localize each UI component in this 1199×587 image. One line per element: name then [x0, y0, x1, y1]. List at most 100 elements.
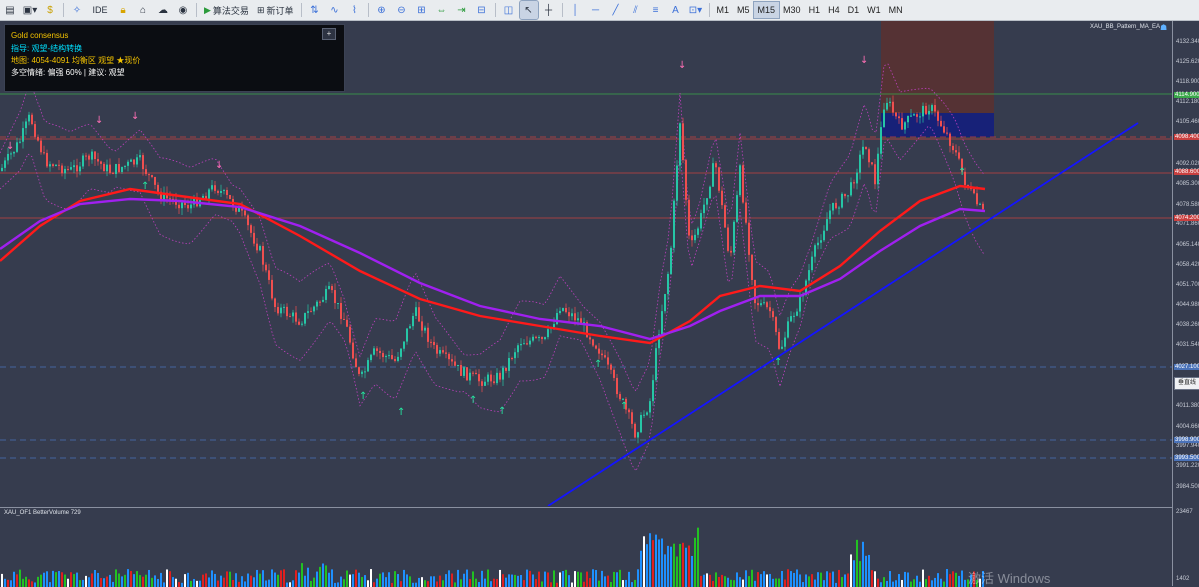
candle-body — [730, 250, 732, 253]
ea-hat-icon[interactable]: ☗ — [1160, 23, 1167, 32]
candle-body — [754, 279, 756, 304]
lock-icon[interactable]: 🔒︎ — [114, 1, 132, 19]
expand-panel-button[interactable]: + — [322, 28, 336, 40]
timeframe-m15[interactable]: M15 — [752, 1, 781, 19]
timeframe-m1[interactable]: M1 — [713, 2, 734, 18]
screenshot-icon[interactable]: ◫ — [500, 1, 518, 19]
price-axis[interactable]: 4132.340 4125.620 4118.900 4112.180 4105.460… — [1172, 21, 1199, 586]
candle-body — [424, 327, 426, 331]
cloud-icon[interactable]: ☁ — [154, 1, 172, 19]
volume-bar — [583, 581, 585, 587]
candle-body — [103, 163, 105, 172]
oneclick-icon[interactable]: ⌇ — [346, 1, 364, 19]
volume-bar — [295, 570, 297, 587]
candle-body — [97, 159, 99, 162]
candle-body — [295, 312, 297, 322]
volume-bar — [478, 582, 480, 587]
candle-body — [226, 190, 228, 196]
cursor-icon[interactable]: ↖ — [518, 0, 539, 20]
volume-bar — [847, 573, 849, 587]
timeframe-m30[interactable]: M30 — [779, 2, 805, 18]
signal-icon[interactable]: ∿ — [326, 1, 344, 19]
candle-body — [769, 307, 771, 312]
candle-body — [265, 264, 267, 271]
candle-body — [22, 128, 24, 142]
timeframe-h1[interactable]: H1 — [805, 2, 825, 18]
new-order-button[interactable]: ⊞ 新订单 — [254, 1, 297, 19]
volume-bar — [544, 571, 546, 587]
trendline-icon[interactable]: ╱ — [607, 1, 625, 19]
candle-body — [511, 358, 513, 360]
volume-bar — [148, 569, 150, 587]
volume-bar — [127, 569, 129, 587]
symbol-icon[interactable]: $ — [41, 1, 59, 19]
timeframe-m5[interactable]: M5 — [733, 2, 754, 18]
candle-body — [118, 163, 120, 172]
candle-body — [112, 172, 114, 174]
volume-bar — [391, 582, 393, 587]
periods-icon[interactable]: ⊟ — [473, 1, 491, 19]
timeframe-mn[interactable]: MN — [885, 2, 907, 18]
timeframe-w1[interactable]: W1 — [863, 2, 885, 18]
candle-body — [85, 155, 87, 157]
volume-bar — [436, 581, 438, 587]
navigator-icon[interactable]: ✧ — [68, 1, 86, 19]
volume-bar — [52, 570, 54, 587]
scroll-chart-icon[interactable]: ⇔ — [433, 1, 451, 19]
candle-body — [178, 204, 180, 209]
candle-body — [343, 318, 345, 320]
price-level-tag: 4114.900 — [1174, 92, 1199, 98]
volume-bar — [850, 554, 852, 587]
trade-icon[interactable]: ⇅ — [306, 1, 324, 19]
candle-body — [859, 154, 861, 173]
candle-body — [4, 160, 6, 168]
volume-bar — [490, 581, 492, 587]
chart-shift-icon[interactable]: ⇥ — [453, 1, 471, 19]
candle-body — [442, 350, 444, 353]
volume-bar — [937, 573, 939, 587]
sell-arrow-icon: ↓ — [678, 60, 686, 71]
candle-body — [631, 412, 633, 424]
channel-icon[interactable]: ⫽ — [627, 1, 645, 19]
shapes-icon[interactable]: ⊡▾ — [687, 1, 705, 19]
price-chart[interactable]: ↓ ↓ ↓ ↓ ↓ ↓ ↑ ↑ ↑ ↑ ↑ ↑ ↑ ↑ ↑ — [0, 21, 1172, 506]
new-chart-icon[interactable]: ▤ — [1, 1, 19, 19]
candle-body — [886, 102, 888, 110]
candle-body — [217, 190, 219, 193]
zoom-out-icon[interactable]: ⊖ — [393, 1, 411, 19]
vertical-line-button[interactable]: 垂直线 — [1174, 377, 1199, 390]
volume-bar — [541, 581, 543, 587]
volume-bar — [76, 572, 78, 587]
volume-bar — [661, 538, 663, 587]
volume-bar — [886, 580, 888, 587]
volume-bar — [112, 581, 114, 587]
volume-bar — [55, 572, 57, 587]
volume-bar — [751, 569, 753, 587]
fibo-icon[interactable]: ≡ — [647, 1, 665, 19]
candle-body — [328, 286, 330, 290]
volume-bar — [910, 581, 912, 587]
timeframe-bar: M1 M5 M15 M30 H1 H4 D1 W1 MN — [713, 1, 907, 19]
horizontal-line-icon[interactable]: ─ — [587, 1, 605, 19]
zoom-in-icon[interactable]: ⊕ — [373, 1, 391, 19]
volume-bar — [235, 573, 237, 587]
volume-bar — [115, 569, 117, 587]
ide-button[interactable]: IDE — [88, 1, 112, 19]
crosshair-icon[interactable]: ┼ — [540, 1, 558, 19]
candle-body — [856, 172, 858, 184]
vps-icon[interactable]: ◉ — [174, 1, 192, 19]
timeframe-h4[interactable]: H4 — [824, 2, 844, 18]
algo-trading-button[interactable]: ▶ 算法交易 — [201, 1, 252, 19]
candle-body — [208, 189, 210, 199]
text-icon[interactable]: A — [667, 1, 685, 19]
tile-icon[interactable]: ⊞ — [413, 1, 431, 19]
candle-body — [751, 254, 753, 280]
vertical-line-icon[interactable]: │ — [567, 1, 585, 19]
candle-body — [781, 346, 783, 349]
market-icon[interactable]: ⌂ — [134, 1, 152, 19]
profiles-icon[interactable]: ▣▾ — [21, 1, 39, 19]
volume-bar — [658, 539, 660, 587]
volume-bar — [43, 572, 45, 587]
consensus-panel: Gold consensus 指导: 观望-结构转换 地图: 4054-4091… — [4, 24, 345, 92]
timeframe-d1[interactable]: D1 — [844, 2, 864, 18]
